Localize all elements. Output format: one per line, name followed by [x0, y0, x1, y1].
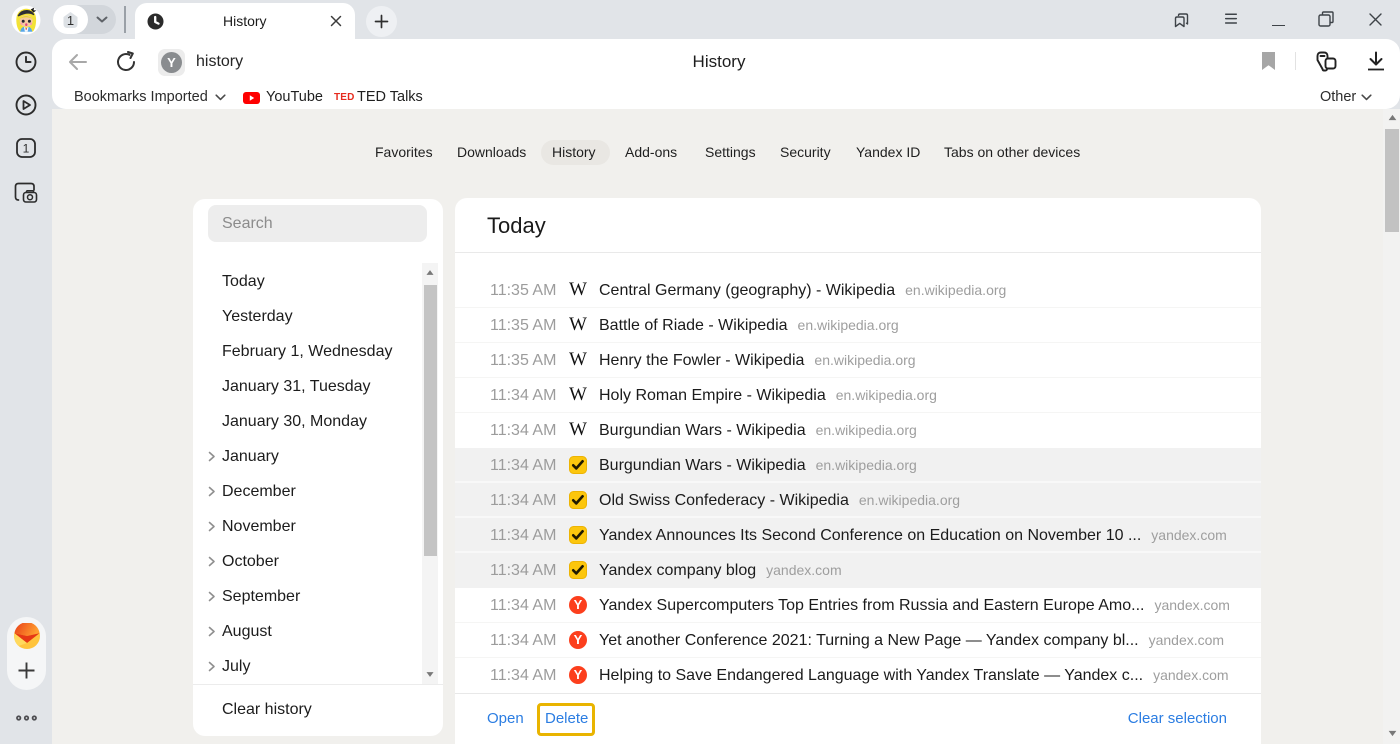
- svg-text:1: 1: [23, 142, 30, 156]
- svg-text:1: 1: [67, 12, 74, 27]
